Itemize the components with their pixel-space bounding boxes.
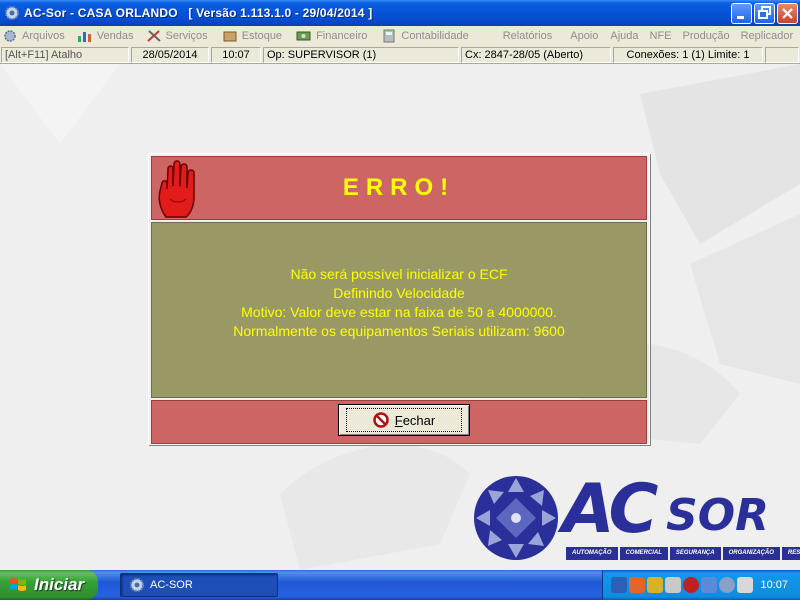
gear-icon <box>4 30 16 42</box>
tray-volume-icon[interactable] <box>737 577 753 593</box>
menu-servicos[interactable]: Serviços <box>146 26 208 46</box>
tray-update-icon[interactable] <box>719 577 735 593</box>
close-dialog-label: Fechar <box>395 413 435 428</box>
money-icon <box>296 31 311 41</box>
tools-icon <box>146 30 161 42</box>
menu-nfe[interactable]: NFE <box>650 26 672 46</box>
app-gear-icon <box>5 6 19 20</box>
menu-contabilidade[interactable]: Contabilidade <box>381 26 469 46</box>
window-title: AC-Sor - CASA ORLANDO [ Versão 1.113.1.0… <box>24 6 373 20</box>
menu-label: Vendas <box>96 30 134 42</box>
title-bar[interactable]: AC-Sor - CASA ORLANDO [ Versão 1.113.1.0… <box>0 0 800 26</box>
no-entry-icon <box>373 412 389 428</box>
tagline-item: COMERCIAL <box>619 547 668 560</box>
menu-ajuda[interactable]: Ajuda <box>610 26 638 46</box>
close-icon <box>782 8 793 19</box>
status-cash: Cx: 2847-28/05 (Aberto) <box>461 47 611 63</box>
close-dialog-button[interactable]: Fechar <box>338 404 470 436</box>
logo-ac-text: AC <box>562 470 658 549</box>
accelerator-key: F <box>394 412 403 428</box>
menu-replicador[interactable]: Replicador <box>741 26 794 46</box>
minimize-icon <box>737 16 744 19</box>
status-connections: Conexões: 1 (1) Limite: 1 <box>613 47 763 63</box>
calculator-icon <box>383 29 395 43</box>
app-gear-icon <box>130 578 144 592</box>
error-dialog: ERRO! Não será possível inicializar o EC… <box>148 153 650 445</box>
close-button[interactable] <box>777 3 798 24</box>
tagline-item: ORGANIZAÇÃO <box>722 547 780 560</box>
tagline-item: AUTOMAÇÃO <box>566 547 618 560</box>
restore-icon <box>758 6 771 19</box>
tagline-item: RESULTADOS <box>781 547 800 560</box>
tray-computer-icon[interactable] <box>701 577 717 593</box>
status-date: 28/05/2014 <box>131 47 209 63</box>
message-line: Não será possível inicializar o ECF <box>290 266 508 282</box>
minimize-button[interactable] <box>731 3 752 24</box>
error-message: Não será possível inicializar o ECF Defi… <box>152 265 646 341</box>
menu-label: Financeiro <box>316 30 368 42</box>
menu-label: Ajuda <box>610 30 639 42</box>
menu-producao[interactable]: Produção <box>683 26 730 46</box>
menu-label: Relatórios <box>502 30 553 42</box>
menu-vendas[interactable]: Vendas <box>77 26 134 46</box>
menu-label: Replicador <box>740 30 794 42</box>
dialog-footer: Fechar <box>151 400 647 444</box>
menu-apoio[interactable]: Apoio <box>570 26 598 46</box>
logo-emblem-icon <box>474 476 558 560</box>
tray-users-icon[interactable] <box>647 577 663 593</box>
tray-firewall-icon[interactable] <box>629 577 645 593</box>
tray-security-shield-icon[interactable] <box>683 577 699 593</box>
menu-label: Estoque <box>241 30 283 42</box>
status-bar: [Alt+F11] Atalho 28/05/2014 10:07 Op: SU… <box>0 46 800 64</box>
start-button[interactable]: Iniciar <box>0 570 98 600</box>
menu-label: Arquivos <box>22 30 65 42</box>
taskbar-item-label: AC-SOR <box>150 579 193 591</box>
acsor-logo: AC SOR AUTOMAÇÃO COMERCIAL SEGURANÇA ORG… <box>466 470 800 566</box>
dialog-header: ERRO! <box>151 156 647 220</box>
message-line: Normalmente os equipamentos Seriais util… <box>233 323 565 339</box>
windows-flag-icon <box>10 578 26 591</box>
restore-button[interactable] <box>754 3 775 24</box>
menu-estoque[interactable]: Estoque <box>222 26 282 46</box>
tray-device-icon[interactable] <box>665 577 681 593</box>
taskbar: Iniciar AC-SOR 10:07 <box>0 570 800 600</box>
menu-bar: Arquivos Vendas Serviços Estoque Finance… <box>0 26 800 46</box>
tagline-item: SEGURANÇA <box>669 547 721 560</box>
start-label: Iniciar <box>34 575 85 594</box>
chart-icon <box>77 32 91 42</box>
taskbar-clock[interactable]: 10:07 <box>760 579 788 591</box>
status-operator: Op: SUPERVISOR (1) <box>263 47 459 63</box>
menu-financeiro[interactable]: Financeiro <box>296 26 367 46</box>
status-time: 10:07 <box>211 47 261 63</box>
menu-relatorios[interactable]: Relatórios <box>503 26 553 46</box>
menu-label: Produção <box>682 30 730 42</box>
taskbar-item-acsor[interactable]: AC-SOR <box>120 573 278 597</box>
menu-label: NFE <box>649 30 672 42</box>
menu-label: Contabilidade <box>401 30 469 42</box>
dialog-body: Não será possível inicializar o ECF Defi… <box>151 222 647 398</box>
message-line: Definindo Velocidade <box>333 285 465 301</box>
menu-arquivos[interactable]: Arquivos <box>2 26 65 46</box>
logo-tagline: AUTOMAÇÃO COMERCIAL SEGURANÇA ORGANIZAÇÃ… <box>566 547 800 560</box>
box-icon <box>223 31 237 42</box>
menu-label: Serviços <box>165 30 208 42</box>
message-line: Motivo: Valor deve estar na faixa de 50 … <box>241 304 557 320</box>
tray-network-icon[interactable] <box>611 577 627 593</box>
button-label-rest: echar <box>402 412 436 428</box>
logo-sor-text: SOR <box>666 490 769 541</box>
system-tray: 10:07 <box>602 570 800 600</box>
status-extra <box>765 47 799 63</box>
menu-label: Apoio <box>570 30 599 42</box>
dialog-title: ERRO! <box>342 174 456 201</box>
shortcut-field[interactable]: [Alt+F11] Atalho <box>1 47 129 63</box>
